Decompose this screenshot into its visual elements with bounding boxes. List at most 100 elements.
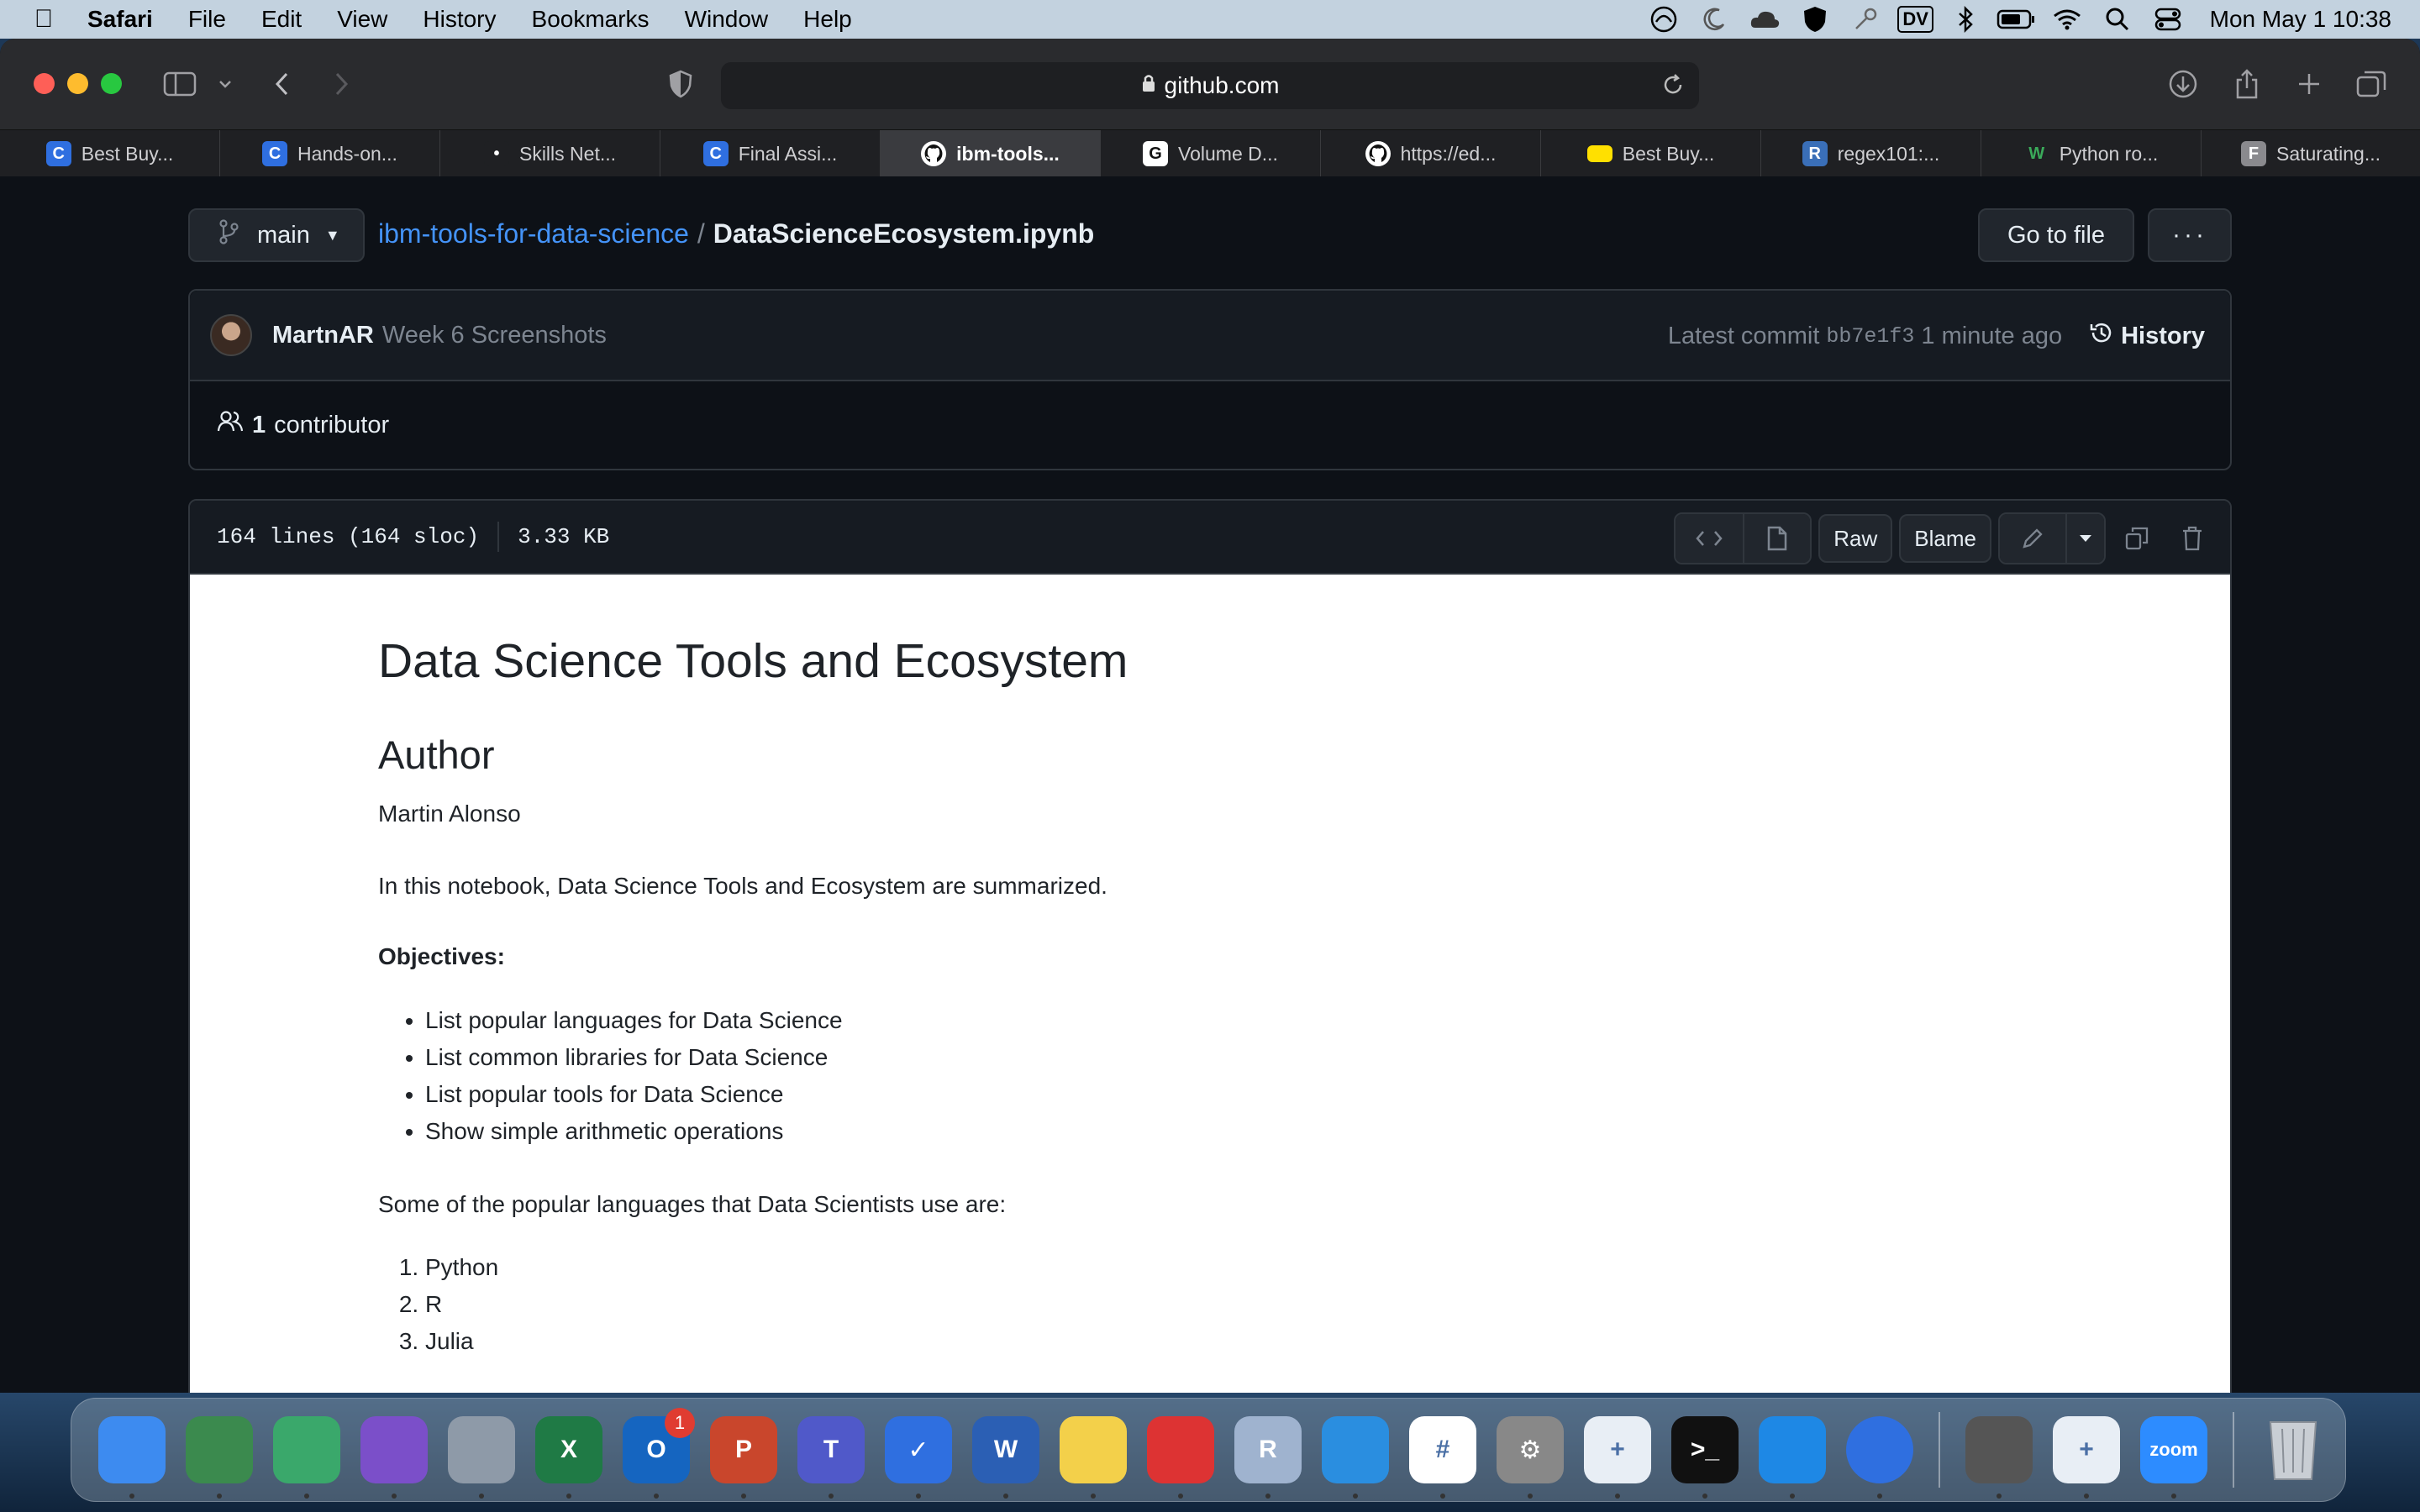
more-options-button[interactable]: ··· — [2148, 208, 2232, 262]
blame-button[interactable]: Blame — [1899, 514, 1991, 563]
dock-app-trash[interactable] — [2249, 1411, 2337, 1488]
dock-app-tag-app[interactable] — [1836, 1411, 1923, 1499]
dock-app-word[interactable]: W — [962, 1411, 1050, 1499]
dock-app-launchpad[interactable] — [438, 1411, 525, 1499]
commit-sha[interactable]: bb7e1f3 — [1826, 324, 1914, 349]
downloads-icon[interactable] — [2165, 66, 2202, 102]
dock-app-label: + — [1610, 1436, 1625, 1463]
dv-status-icon[interactable]: DV — [1891, 6, 1941, 33]
browser-tab[interactable]: C Best Buy... — [0, 130, 220, 177]
commit-author[interactable]: MartnAR — [272, 322, 374, 349]
dock-app-excel[interactable]: X — [525, 1411, 613, 1499]
forward-icon[interactable] — [323, 66, 360, 102]
url-text[interactable]: github.com — [1165, 72, 1280, 99]
browser-tab[interactable]: https://ed... — [1321, 130, 1541, 177]
back-icon[interactable] — [264, 66, 301, 102]
browser-tab[interactable]: C Hands-on... — [220, 130, 440, 177]
browser-toolbar: github.com — [0, 39, 2420, 129]
menu-edit[interactable]: Edit — [261, 6, 302, 33]
edit-dropdown-icon[interactable] — [2065, 514, 2104, 563]
dock-separator — [1939, 1412, 1940, 1488]
trash-icon[interactable] — [2168, 514, 2217, 563]
dock-app-system-prefs[interactable]: ⚙ — [1486, 1411, 1574, 1499]
reload-icon[interactable] — [1660, 72, 1686, 103]
menu-help[interactable]: Help — [803, 6, 852, 33]
copy-icon[interactable] — [2112, 514, 2161, 563]
dock-app-db-search[interactable] — [263, 1411, 350, 1499]
dock-app-tableau-2[interactable]: + — [2043, 1411, 2130, 1499]
dock-app-powerpoint[interactable]: P — [700, 1411, 787, 1499]
menu-view[interactable]: View — [337, 6, 387, 33]
r-app-icon: R — [1234, 1416, 1302, 1483]
running-indicator — [392, 1494, 397, 1499]
chevron-down-icon[interactable] — [207, 66, 244, 102]
close-window-button[interactable] — [34, 73, 55, 94]
address-bar[interactable]: github.com — [721, 62, 1699, 109]
dock-app-terminal[interactable]: >_ — [1661, 1411, 1749, 1499]
menubar-clock[interactable]: Mon May 1 10:38 — [2210, 6, 2391, 33]
crescent-status-icon[interactable] — [1689, 6, 1739, 33]
history-link[interactable]: History — [2089, 320, 2205, 352]
sidebar-toggle-icon[interactable] — [161, 66, 198, 102]
minimize-window-button[interactable] — [67, 73, 88, 94]
network-status-icon[interactable] — [1639, 5, 1689, 34]
dock-app-todo[interactable]: ✓ — [875, 1411, 962, 1499]
key-status-icon[interactable] — [1840, 6, 1891, 33]
go-to-file-button[interactable]: Go to file — [1978, 208, 2134, 262]
browser-tab[interactable]: W Python ro... — [1981, 130, 2202, 177]
running-indicator — [654, 1494, 659, 1499]
dock-app-outlook[interactable]: O1 — [613, 1408, 700, 1499]
browser-tab[interactable]: ibm-tools... — [881, 130, 1101, 177]
pencil-icon[interactable] — [2000, 514, 2065, 563]
dock-app-safari[interactable] — [1312, 1411, 1399, 1499]
apple-icon[interactable]:  — [0, 5, 87, 34]
code-view-icon[interactable] — [1676, 514, 1744, 563]
menu-window[interactable]: Window — [685, 6, 769, 33]
bluetooth-icon[interactable] — [1941, 6, 1991, 33]
dock-app-notes[interactable] — [1050, 1411, 1137, 1499]
menu-app-safari[interactable]: Safari — [87, 6, 153, 33]
rendered-file-icon[interactable] — [1743, 514, 1811, 563]
branch-selector-button[interactable]: main ▼ — [188, 208, 365, 262]
commit-message[interactable]: Week 6 Screenshots — [382, 322, 607, 349]
objectives-label: Objectives: — [378, 942, 505, 969]
new-tab-icon[interactable] — [2291, 66, 2328, 102]
browser-tab[interactable]: Rregex101:... — [1761, 130, 1981, 177]
dock-app-github-desktop[interactable] — [350, 1411, 438, 1499]
browser-tab[interactable]: G Volume D... — [1101, 130, 1321, 177]
dock-app-label: ✓ — [908, 1436, 929, 1464]
dock-app-vscode[interactable] — [1749, 1411, 1836, 1499]
menu-bookmarks[interactable]: Bookmarks — [532, 6, 650, 33]
spotlight-search-icon[interactable] — [2092, 7, 2143, 32]
dock-app-zoom[interactable]: zoom — [2130, 1411, 2217, 1499]
dock-app-teams[interactable]: T — [787, 1411, 875, 1499]
dock-app-r-app[interactable]: R — [1224, 1411, 1312, 1499]
battery-icon[interactable] — [1991, 8, 2042, 30]
browser-tab[interactable]: • Skills Net... — [440, 130, 660, 177]
wifi-icon[interactable] — [2042, 8, 2092, 31]
dock-app-parallels[interactable] — [1137, 1411, 1224, 1499]
control-center-icon[interactable] — [2143, 7, 2193, 32]
running-indicator — [1877, 1494, 1882, 1499]
dock-app-slack[interactable]: # — [1399, 1411, 1486, 1499]
privacy-shield-icon[interactable] — [662, 66, 699, 102]
browser-tab[interactable]: F Saturating... — [2202, 130, 2420, 177]
menu-file[interactable]: File — [188, 6, 226, 33]
avatar[interactable] — [210, 314, 252, 356]
browser-tab[interactable]: Best Buy... — [1541, 130, 1761, 177]
dock-app-finder[interactable] — [88, 1411, 176, 1499]
share-icon[interactable] — [2228, 66, 2265, 102]
tab-label: Best Buy... — [81, 142, 174, 165]
repo-link[interactable]: ibm-tools-for-data-science — [378, 218, 689, 249]
cloud-status-icon[interactable] — [1739, 8, 1790, 31]
contributors-row[interactable]: 1 contributor — [190, 381, 2230, 469]
zoom-window-button[interactable] — [101, 73, 122, 94]
menu-history[interactable]: History — [423, 6, 496, 33]
dock-app-tableau[interactable]: + — [1574, 1411, 1661, 1499]
dock-app-calculator[interactable] — [1955, 1411, 2043, 1499]
dock-app-network[interactable] — [176, 1411, 263, 1499]
raw-button[interactable]: Raw — [1818, 514, 1893, 563]
tab-overview-icon[interactable] — [2353, 66, 2390, 102]
shield-status-icon[interactable] — [1790, 5, 1840, 34]
browser-tab[interactable]: C Final Assi... — [660, 130, 881, 177]
